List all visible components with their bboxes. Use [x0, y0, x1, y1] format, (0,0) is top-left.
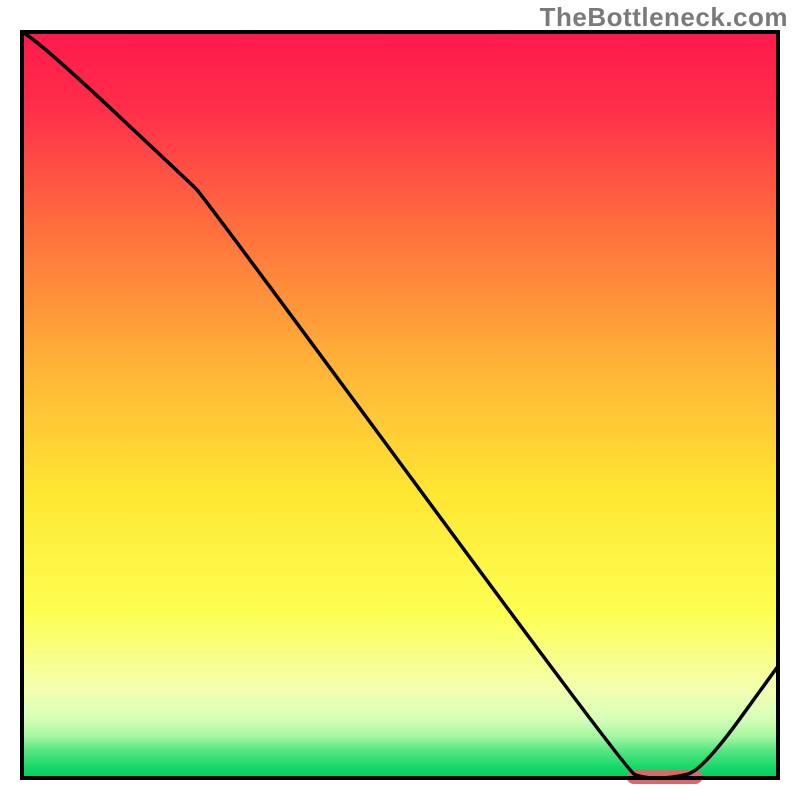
watermark-text: TheBottleneck.com: [540, 2, 788, 33]
chart-container: TheBottleneck.com: [0, 0, 800, 800]
bottleneck-chart: [0, 0, 800, 800]
plot-background: [22, 32, 778, 778]
